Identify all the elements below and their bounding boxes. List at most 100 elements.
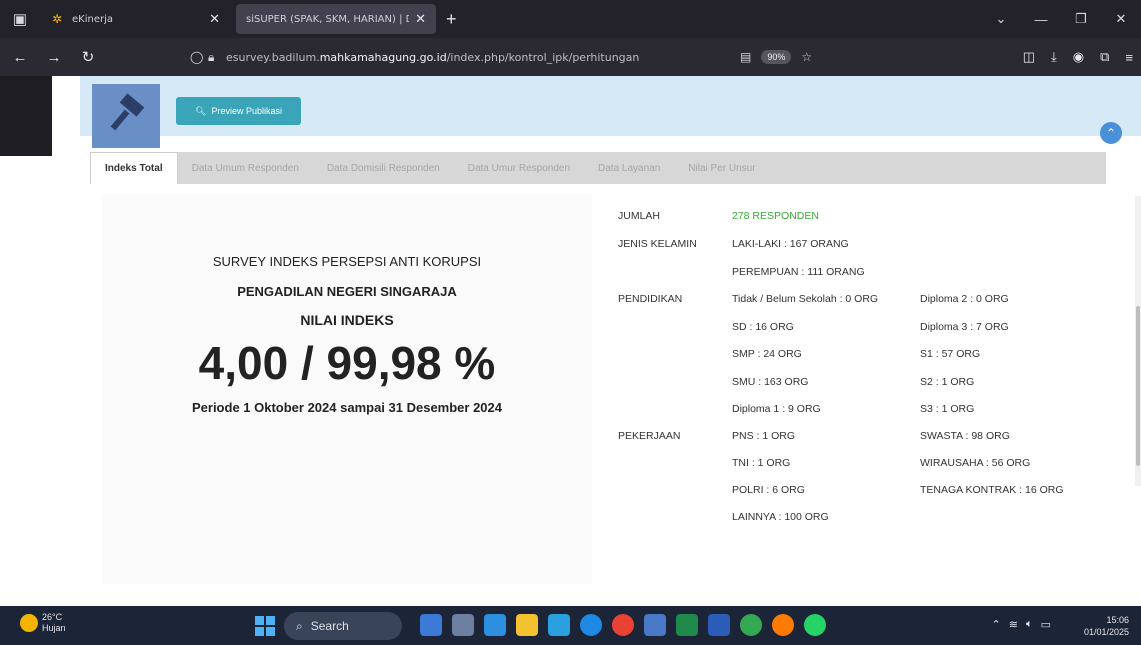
edge-icon[interactable] (580, 614, 602, 636)
preview-button-label: Preview Publikasi (211, 106, 282, 116)
store-icon[interactable] (644, 614, 666, 636)
job-item: SWASTA : 98 ORG (920, 430, 1010, 442)
address-bar-actions: ▤ 90% ☆ (740, 44, 812, 70)
education-label: PENDIDIKAN (618, 293, 683, 305)
tab-title: eKinerja (72, 13, 113, 25)
job-label: PEKERJAAN (618, 430, 681, 442)
search-icon: 🔍︎ (195, 105, 207, 116)
whatsapp-icon[interactable] (804, 614, 826, 636)
edu-item: Diploma 2 : 0 ORG (920, 293, 1009, 305)
clock[interactable]: 15:06 01/01/2025 (1084, 614, 1129, 638)
file-explorer-icon[interactable] (516, 614, 538, 636)
menu-icon[interactable]: ≡ (1125, 50, 1133, 65)
scroll-top-icon[interactable]: ⌃ (1100, 122, 1122, 144)
preview-publication-button[interactable]: 🔍︎ Preview Publikasi (176, 97, 301, 125)
index-summary-panel: SURVEY INDEKS PERSEPSI ANTI KORUPSI PENG… (102, 194, 592, 584)
tab-data-umum-responden[interactable]: Data Umum Responden (178, 152, 313, 184)
edu-item: S3 : 1 ORG (920, 403, 975, 415)
close-window-icon[interactable]: ✕ (1101, 11, 1141, 27)
edu-item: SMP : 24 ORG (732, 348, 802, 360)
job-item: LAINNYA : 100 ORG (732, 511, 829, 523)
bookmark-star-icon[interactable]: ☆ (801, 50, 812, 64)
address-bar[interactable]: ◯ 🔒︎ esurvey.badilum. mahkamahagung.go.id… (190, 44, 700, 70)
system-tray: ⌃ ≋ 🔈︎ ▭ (992, 618, 1051, 631)
browser-tab-bar: ▣ ✲ eKinerja ✕ siSUPER (SPAK, SKM, HARIA… (0, 0, 1141, 38)
taskbar-apps (420, 614, 826, 636)
widgets-icon[interactable] (420, 614, 442, 636)
toolbar-actions: ◫ ⤓ ◉ ⧉ ≡ (1023, 44, 1133, 70)
clock-date: 01/01/2025 (1083, 627, 1129, 637)
ekinerja-favicon-icon: ✲ (51, 12, 63, 26)
maximize-icon[interactable]: ❐ (1061, 11, 1101, 27)
window-controls: ⌄ — ❐ ✕ (981, 0, 1141, 38)
extensions-icon[interactable]: ⧉ (1100, 49, 1109, 65)
jumlah-label: JUMLAH (618, 210, 661, 222)
scrollbar-thumb[interactable] (1136, 306, 1140, 466)
download-icon[interactable]: ⤓ (1051, 49, 1057, 65)
volume-icon[interactable]: 🔈︎ (1026, 618, 1033, 631)
edu-item: SMU : 163 ORG (732, 376, 809, 388)
job-item: POLRI : 6 ORG (732, 484, 805, 496)
wifi-icon[interactable]: ≋ (1009, 618, 1018, 631)
tab-list-icon[interactable]: ▣ (0, 0, 40, 38)
data-tabs: Indeks Total Data Umum Responden Data Do… (90, 152, 1106, 184)
weather-widget[interactable]: 26°C Hujan (20, 612, 66, 634)
shield-icon: ◯ (190, 50, 204, 64)
gavel-icon (110, 93, 145, 131)
jumlah-value: 278 RESPONDEN (732, 210, 819, 222)
index-value: 4,00 / 99,98 % (198, 337, 496, 389)
gender-label: JENIS KELAMIN (618, 238, 697, 250)
job-item: TENAGA KONTRAK : 16 ORG (920, 484, 1064, 496)
tab-data-layanan[interactable]: Data Layanan (584, 152, 674, 184)
back-icon[interactable]: ← (6, 49, 34, 66)
edu-item: SD : 16 ORG (732, 321, 794, 333)
weather-icon (20, 614, 38, 632)
start-button[interactable] (255, 616, 275, 636)
tab-nilai-per-unsur[interactable]: Nilai Per Unsur (674, 152, 769, 184)
browser-tab-sisuper[interactable]: siSUPER (SPAK, SKM, HARIAN) | Di ✕ (236, 4, 436, 34)
tray-overflow-icon[interactable]: ⌃ (992, 618, 1001, 631)
new-tab-icon[interactable]: + (446, 9, 457, 30)
battery-icon[interactable]: ▭ (1041, 618, 1051, 631)
tab-title: siSUPER (SPAK, SKM, HARIAN) | Di (246, 13, 410, 25)
chrome-profile-icon[interactable] (548, 614, 570, 636)
search-label: Search (310, 619, 349, 633)
url-prefix: esurvey.badilum. (226, 50, 320, 64)
edu-item: Diploma 1 : 9 ORG (732, 403, 821, 415)
reload-icon[interactable]: ↻ (74, 48, 102, 66)
reader-view-icon[interactable]: ▤ (740, 50, 751, 64)
word-icon[interactable] (708, 614, 730, 636)
browser-tab-ekinerja[interactable]: ✲ eKinerja ✕ (40, 4, 230, 34)
url-path: /index.php/kontrol_ipk/perhitungan (446, 50, 640, 64)
chrome-icon[interactable] (612, 614, 634, 636)
firefox-icon[interactable] (772, 614, 794, 636)
tab-overflow-icon[interactable]: ⌄ (981, 11, 1021, 27)
edu-item: Tidak / Belum Sekolah : 0 ORG (732, 293, 879, 305)
copilot-icon[interactable] (484, 614, 506, 636)
pocket-icon[interactable]: ◫ (1023, 49, 1035, 65)
excel-icon[interactable] (676, 614, 698, 636)
weather-temp: 26°C (42, 612, 63, 622)
close-tab-icon[interactable]: ✕ (415, 12, 426, 27)
close-tab-icon[interactable]: ✕ (209, 12, 220, 27)
forward-icon[interactable]: → (40, 49, 68, 66)
url-host: mahkamahagung.go.id (319, 50, 447, 64)
task-view-icon[interactable] (452, 614, 474, 636)
search-icon: ⌕ (296, 618, 303, 633)
tab-indeks-total[interactable]: Indeks Total (90, 152, 178, 184)
page-scrollbar[interactable] (1135, 196, 1141, 486)
chrome-alt-icon[interactable] (740, 614, 762, 636)
job-item: TNI : 1 ORG (732, 457, 791, 469)
male-count: LAKI-LAKI : 167 ORANG (732, 238, 849, 250)
job-item: PNS : 1 ORG (732, 430, 796, 442)
minimize-icon[interactable]: — (1021, 12, 1061, 27)
account-icon[interactable]: ◉ (1073, 49, 1084, 65)
tab-data-domisili-responden[interactable]: Data Domisili Responden (313, 152, 454, 184)
female-count: PEREMPUAN : 111 ORANG (732, 266, 865, 278)
zoom-level[interactable]: 90% (761, 50, 792, 64)
tab-data-umur-responden[interactable]: Data Umur Responden (454, 152, 584, 184)
taskbar-search[interactable]: ⌕ Search (284, 612, 402, 640)
clock-time: 15:06 (1106, 615, 1129, 625)
index-label: NILAI INDEKS (300, 312, 394, 328)
taskbar: 26°C Hujan ⌕ Search ⌃ ≋ 🔈︎ ▭ 15:06 01/01… (0, 606, 1141, 645)
